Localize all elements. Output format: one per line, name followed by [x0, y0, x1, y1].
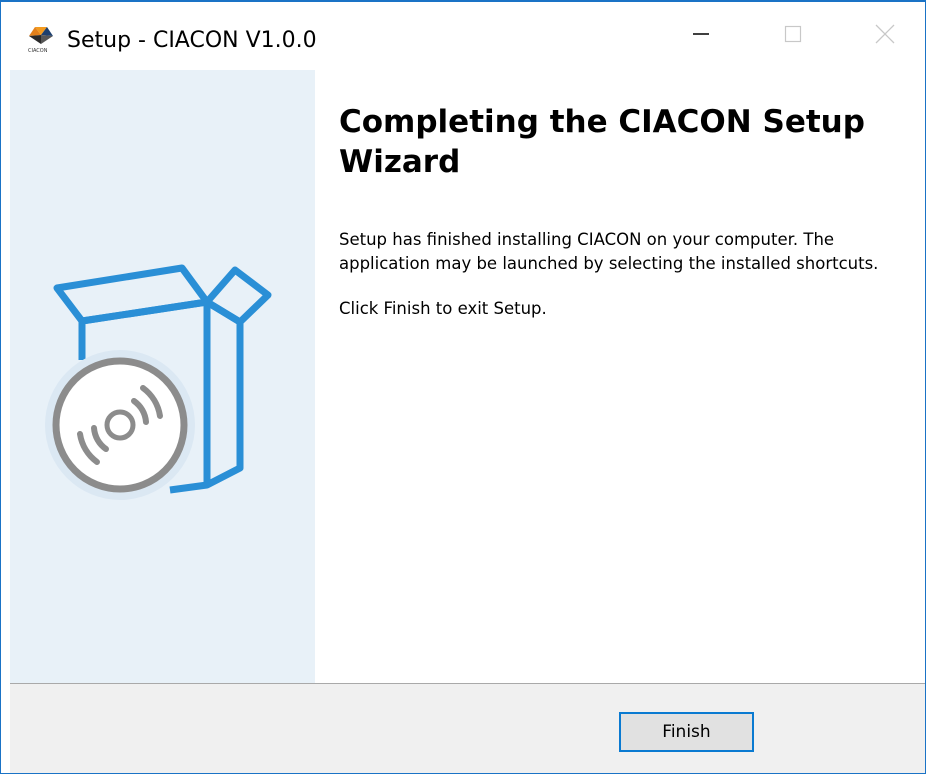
exit-instruction: Click Finish to exit Setup.	[339, 299, 547, 318]
maximize-button[interactable]	[747, 2, 839, 70]
setup-window: CIACON Setup - CIACON V1.0.0 Completing …	[0, 0, 926, 774]
wizard-banner-panel	[10, 70, 315, 683]
minimize-icon	[691, 24, 711, 49]
close-icon	[874, 23, 896, 50]
svg-text:CIACON: CIACON	[28, 48, 48, 54]
app-logo-icon: CIACON	[25, 24, 61, 54]
title-bar[interactable]: CIACON Setup - CIACON V1.0.0	[1, 2, 925, 70]
minimize-button[interactable]	[655, 2, 747, 70]
box-with-disc-illustration	[45, 264, 272, 500]
maximize-icon	[783, 24, 803, 49]
button-bar	[10, 684, 925, 773]
finish-message: Setup has finished installing CIACON on …	[339, 230, 879, 273]
page-title: Completing the CIACON Setup Wizard	[339, 104, 865, 180]
window-title: Setup - CIACON V1.0.0	[67, 28, 317, 53]
finish-button[interactable]: Finish	[619, 712, 754, 752]
close-button[interactable]	[839, 2, 925, 70]
wizard-content: Completing the CIACON Setup Wizard Setup…	[339, 102, 909, 321]
